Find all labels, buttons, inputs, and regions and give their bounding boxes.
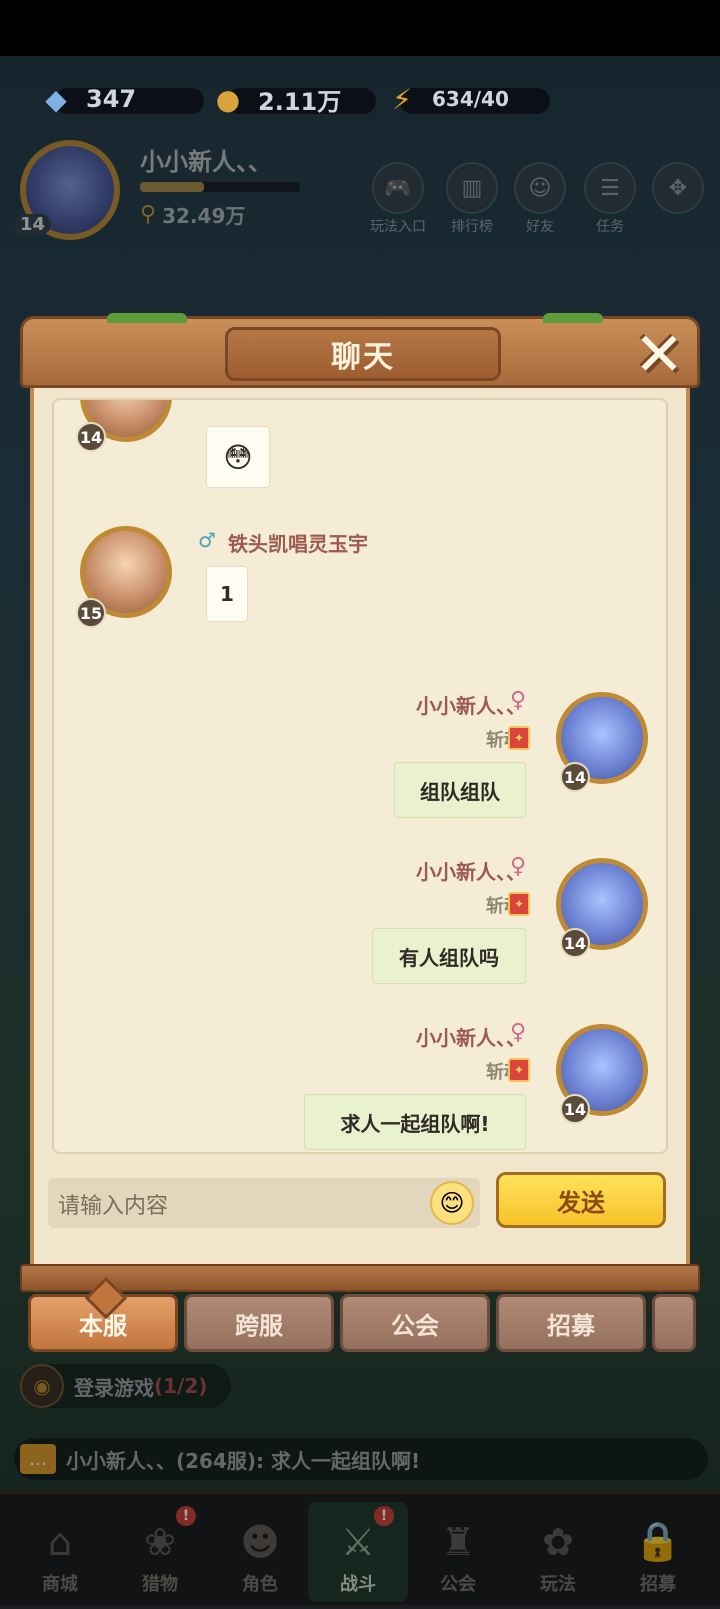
female-icon: ♀ <box>510 854 527 879</box>
diamond-value: 347 <box>86 85 137 113</box>
send-button-label: 发送 <box>557 1188 605 1217</box>
tab-label: 公会 <box>391 1311 439 1340</box>
gold-value: 2.11万 <box>258 87 342 116</box>
diamond-icon: ◆ <box>45 82 67 116</box>
chat-message-list[interactable]: 14 😳 15 ♂ 铁头凯唱灵玉宇 1 小小新人、、 ♀ 斩魂 ✦ 14 组队组… <box>52 398 668 1154</box>
chat-bubble[interactable]: 😳 <box>206 426 270 488</box>
female-icon: ♀ <box>510 688 527 713</box>
diamond-counter[interactable]: ◆ 347 <box>34 80 204 118</box>
chat-dialog: 14 😳 15 ♂ 铁头凯唱灵玉宇 1 小小新人、、 ♀ 斩魂 ✦ 14 组队组… <box>20 313 700 1292</box>
chat-bubble[interactable]: 有人组队吗 <box>372 928 526 984</box>
female-icon: ♀ <box>510 1020 527 1045</box>
send-button[interactable]: 发送 <box>496 1172 666 1228</box>
tab-more[interactable] <box>652 1294 696 1352</box>
energy-value: 634/40 <box>432 87 509 111</box>
chat-level-badge: 14 <box>76 422 106 452</box>
chat-level-badge: 14 <box>560 928 590 958</box>
tab-cross-server[interactable]: 跨服 <box>184 1294 334 1352</box>
rank-badge-icon: ✦ <box>508 1058 530 1082</box>
status-bar <box>0 0 720 56</box>
tab-label: 招募 <box>547 1311 595 1340</box>
chat-bubble[interactable]: 组队组队 <box>394 762 526 818</box>
dialog-title: 聊天 <box>331 340 395 375</box>
close-icon: ✕ <box>633 320 685 390</box>
chat-sender-name: 铁头凯唱灵玉宇 <box>228 532 368 556</box>
chat-input[interactable]: 请输入内容 😊 <box>48 1178 480 1228</box>
tab-label: 跨服 <box>235 1311 283 1340</box>
gold-coin-icon: ● <box>215 82 241 116</box>
gold-counter[interactable]: ● 2.11万 <box>206 80 376 118</box>
chat-input-placeholder: 请输入内容 <box>58 1194 169 1219</box>
smiley-icon: 😊 <box>439 1189 465 1217</box>
dialog-body: 14 😳 15 ♂ 铁头凯唱灵玉宇 1 小小新人、、 ♀ 斩魂 ✦ 14 组队组… <box>30 384 690 1292</box>
chat-level-badge: 15 <box>76 598 106 628</box>
chat-level-badge: 14 <box>560 1094 590 1124</box>
lightning-icon: ⚡ <box>392 82 412 116</box>
dialog-footer <box>20 1264 700 1292</box>
tab-local-server[interactable]: 本服 <box>28 1276 178 1352</box>
tab-recruit[interactable]: 招募 <box>496 1294 646 1352</box>
dialog-title-plate: 聊天 <box>225 327 501 381</box>
rank-badge-icon: ✦ <box>508 892 530 916</box>
dialog-header: 聊天 ✕ <box>20 313 700 388</box>
chat-bubble[interactable]: 1 <box>206 566 248 622</box>
rank-badge-icon: ✦ <box>508 726 530 750</box>
chat-channel-tabs: 本服 跨服 公会 招募 <box>28 1276 708 1354</box>
tab-guild[interactable]: 公会 <box>340 1294 490 1352</box>
chat-level-badge: 14 <box>560 762 590 792</box>
emoji-button[interactable]: 😊 <box>430 1181 474 1225</box>
close-button[interactable]: ✕ <box>629 325 689 385</box>
chat-bubble[interactable]: 求人一起组队啊! <box>304 1094 526 1150</box>
male-icon: ♂ <box>198 528 216 552</box>
